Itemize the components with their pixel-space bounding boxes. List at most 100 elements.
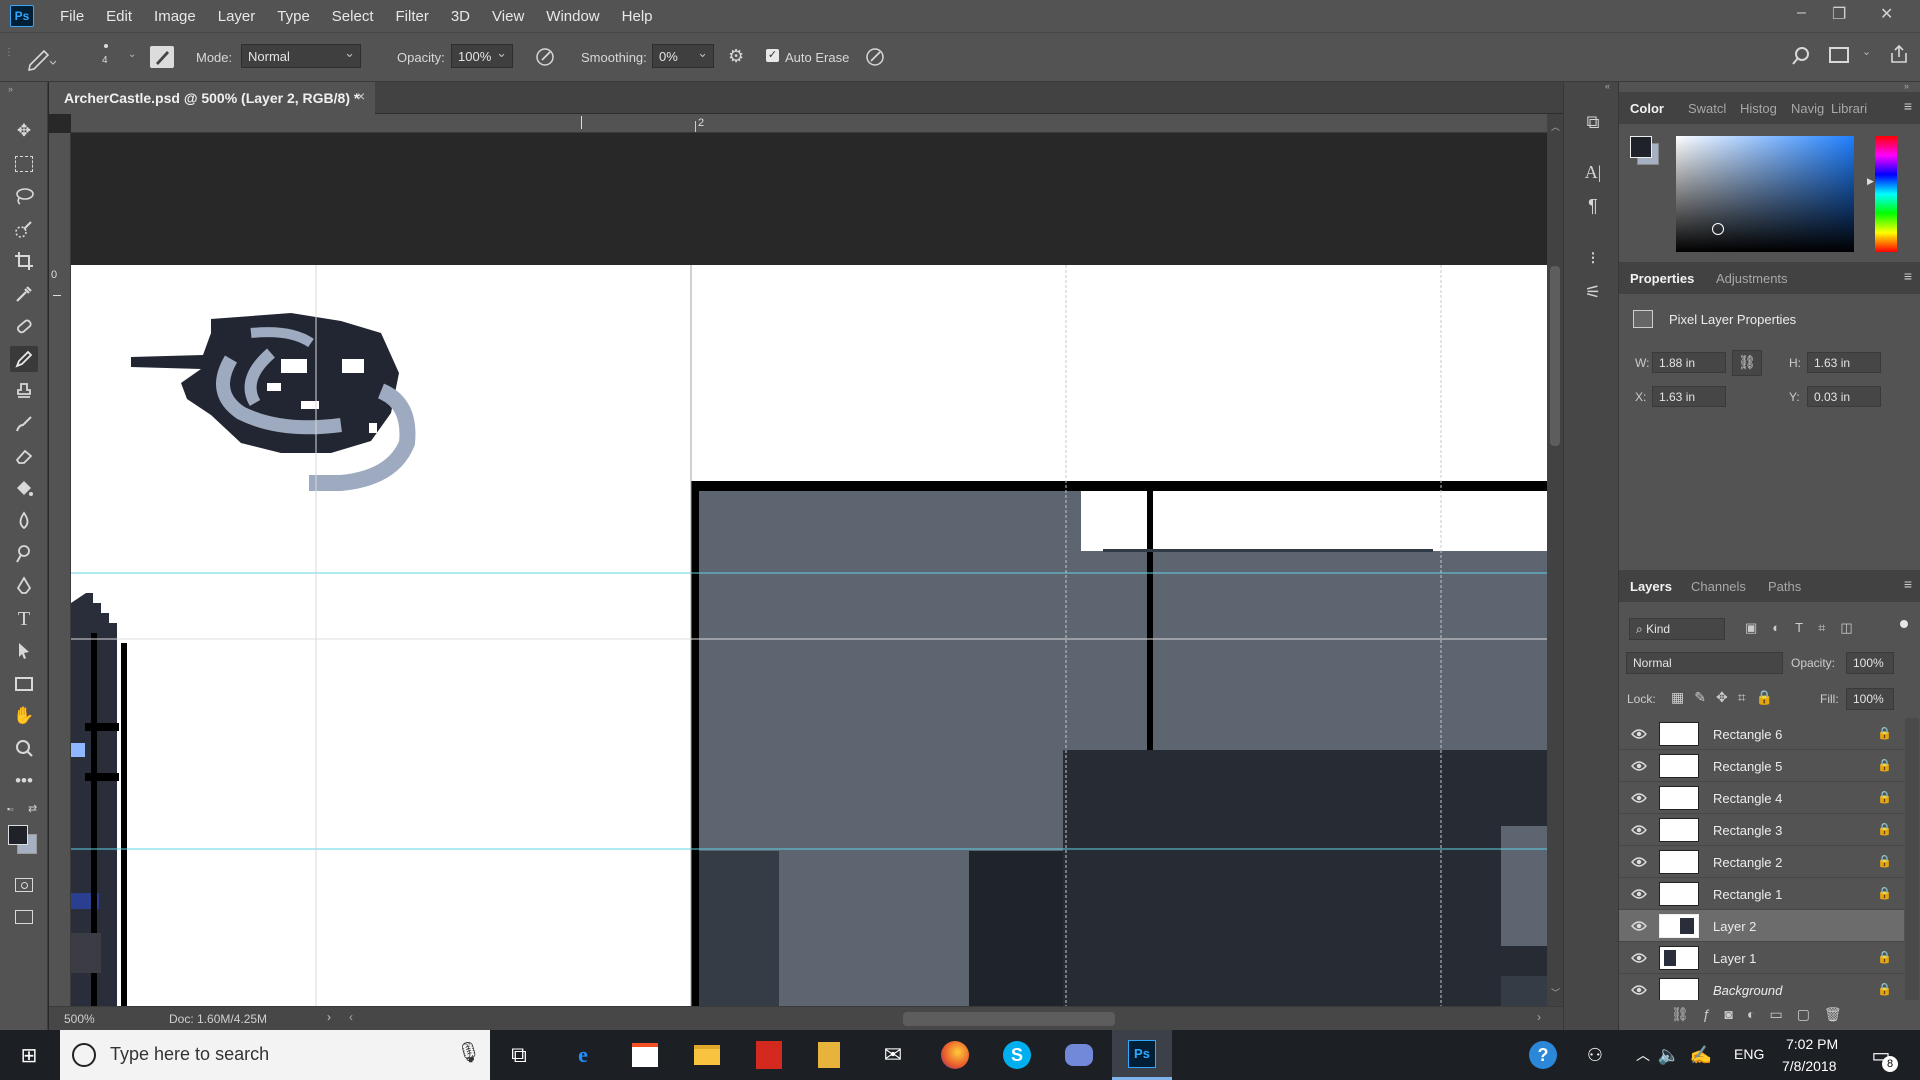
- smoothing-field[interactable]: 0%: [652, 44, 714, 68]
- layers-scrollbar[interactable]: [1905, 718, 1919, 1000]
- task-view-icon[interactable]: ⧉: [502, 1038, 536, 1072]
- menu-filter[interactable]: Filter: [396, 8, 429, 25]
- dodge-tool-icon[interactable]: [10, 541, 38, 567]
- eye-icon[interactable]: [1631, 727, 1647, 741]
- clone-stamp-tool-icon[interactable]: [10, 378, 38, 404]
- brush-settings-icon[interactable]: ⁝: [1580, 248, 1606, 269]
- acrobat-icon[interactable]: [752, 1038, 786, 1072]
- panel-menu-icon[interactable]: ≡: [1904, 576, 1912, 592]
- screen-mode-icon[interactable]: [10, 904, 38, 930]
- document-tab[interactable]: ArcherCastle.psd @ 500% (Layer 2, RGB/8)…: [49, 82, 375, 114]
- hand-tool-icon[interactable]: ✋: [10, 703, 38, 729]
- tab-libraries[interactable]: Librari: [1831, 101, 1867, 116]
- history-icon[interactable]: ⧉: [1580, 112, 1606, 133]
- type-tool-icon[interactable]: T: [10, 606, 38, 632]
- collapse-arrows-icon[interactable]: »: [8, 84, 13, 94]
- mail-icon[interactable]: ✉: [876, 1038, 910, 1072]
- tab-swatches[interactable]: Swatcl: [1688, 101, 1726, 116]
- discord-icon[interactable]: [1062, 1038, 1096, 1072]
- layer-filter-select[interactable]: ⌕ Kind: [1629, 618, 1725, 640]
- zoom-level[interactable]: 500%: [64, 1012, 95, 1026]
- layer-row[interactable]: Rectangle 5 🔒: [1619, 750, 1904, 782]
- pressure-opacity-icon[interactable]: [534, 46, 556, 71]
- layer-opacity-field[interactable]: 100%: [1846, 652, 1894, 674]
- zoom-tool-icon[interactable]: [10, 736, 38, 762]
- tab-channels[interactable]: Channels: [1691, 579, 1746, 594]
- layer-row[interactable]: Rectangle 1 🔒: [1619, 878, 1904, 910]
- history-brush-tool-icon[interactable]: [10, 411, 38, 437]
- link-dimensions-icon[interactable]: ⛓: [1732, 350, 1762, 376]
- menu-image[interactable]: Image: [154, 8, 196, 25]
- pen-tool-icon[interactable]: [10, 573, 38, 599]
- healing-brush-tool-icon[interactable]: [10, 313, 38, 339]
- clock-time[interactable]: 7:02 PM: [1786, 1036, 1838, 1052]
- menu-select[interactable]: Select: [332, 8, 374, 25]
- scroll-up-icon[interactable]: ︿: [1551, 120, 1560, 133]
- menu-help[interactable]: Help: [622, 8, 653, 25]
- layer-row[interactable]: Rectangle 6 🔒: [1619, 718, 1904, 750]
- horizontal-ruler[interactable]: 2: [71, 114, 1547, 133]
- skype-icon[interactable]: S: [1000, 1038, 1034, 1072]
- width-field[interactable]: 1.88 in: [1652, 352, 1726, 373]
- eye-icon[interactable]: [1631, 823, 1647, 837]
- edge-icon[interactable]: e: [566, 1038, 600, 1072]
- menu-edit[interactable]: Edit: [106, 8, 132, 25]
- scroll-down-icon[interactable]: ﹀: [1551, 986, 1560, 999]
- quick-selection-tool-icon[interactable]: [10, 216, 38, 242]
- windows-start-icon[interactable]: ⊞: [12, 1038, 46, 1072]
- brush-panel-toggle-icon[interactable]: [150, 46, 174, 68]
- blur-tool-icon[interactable]: [10, 508, 38, 534]
- color-picker-cursor[interactable]: [1712, 223, 1724, 235]
- tab-histogram[interactable]: Histog: [1740, 101, 1777, 116]
- pressure-size-icon[interactable]: [864, 46, 886, 71]
- layer-row[interactable]: Rectangle 4 🔒: [1619, 782, 1904, 814]
- collapse-arrows-icon[interactable]: »: [1904, 81, 1909, 91]
- search-icon[interactable]: [1791, 45, 1813, 70]
- paragraph-icon[interactable]: ¶: [1580, 196, 1606, 217]
- foreground-color-swatch[interactable]: [8, 825, 28, 845]
- microphone-icon[interactable]: 🎙: [456, 1040, 481, 1065]
- eye-icon[interactable]: [1631, 951, 1647, 965]
- gear-icon[interactable]: ⚙: [728, 46, 744, 67]
- taskbar-search-box[interactable]: Type here to search 🎙: [60, 1030, 490, 1080]
- foreground-color-swatch[interactable]: [1630, 136, 1652, 158]
- panel-menu-icon[interactable]: ≡: [1904, 268, 1912, 284]
- file-explorer-icon[interactable]: [690, 1038, 724, 1072]
- tab-navigator[interactable]: Navig: [1791, 101, 1824, 116]
- vertical-scrollbar[interactable]: ︿ ﹀: [1547, 114, 1563, 1006]
- tool-presets-icon[interactable]: ⚟: [1580, 282, 1606, 303]
- x-field[interactable]: 1.63 in: [1652, 386, 1726, 407]
- path-selection-tool-icon[interactable]: [10, 638, 38, 664]
- minimize-button[interactable]: –: [1797, 4, 1806, 22]
- hue-slider-arrow-icon[interactable]: ▶: [1867, 176, 1874, 187]
- menu-window[interactable]: Window: [546, 8, 599, 25]
- people-icon[interactable]: ⚇: [1578, 1038, 1612, 1072]
- paint-bucket-tool-icon[interactable]: [10, 476, 38, 502]
- close-tab-icon[interactable]: ×: [357, 88, 365, 104]
- pen-workspace-icon[interactable]: ✍: [1684, 1038, 1718, 1072]
- swap-colors-icon[interactable]: ⇄: [28, 802, 37, 815]
- eye-icon[interactable]: [1631, 791, 1647, 805]
- eye-icon[interactable]: [1631, 919, 1647, 933]
- eye-icon[interactable]: [1631, 855, 1647, 869]
- vertical-ruler[interactable]: 0: [49, 133, 71, 1006]
- menu-layer[interactable]: Layer: [218, 8, 256, 25]
- workspace-icon[interactable]: [1829, 47, 1849, 63]
- filter-toggle-icon[interactable]: [1900, 620, 1908, 628]
- color-field[interactable]: [1676, 136, 1854, 252]
- scroll-right-icon[interactable]: ›: [1537, 1010, 1541, 1024]
- layer-row[interactable]: Rectangle 3 🔒: [1619, 814, 1904, 846]
- brush-size-picker[interactable]: 4 ⌄: [96, 41, 136, 75]
- menu-type[interactable]: Type: [277, 8, 310, 25]
- eye-icon[interactable]: [1631, 887, 1647, 901]
- pencil-tool-icon[interactable]: [10, 346, 38, 372]
- tab-adjustments[interactable]: Adjustments: [1716, 271, 1788, 286]
- default-colors-icon[interactable]: ▪▫: [7, 804, 13, 814]
- eye-icon[interactable]: [1631, 759, 1647, 773]
- menu-view[interactable]: View: [492, 8, 524, 25]
- document-canvas[interactable]: [71, 133, 1547, 1006]
- close-window-button[interactable]: ✕: [1880, 4, 1893, 24]
- layer-row[interactable]: Rectangle 2 🔒: [1619, 846, 1904, 878]
- tab-properties[interactable]: Properties: [1630, 271, 1694, 286]
- store-icon[interactable]: [628, 1038, 662, 1072]
